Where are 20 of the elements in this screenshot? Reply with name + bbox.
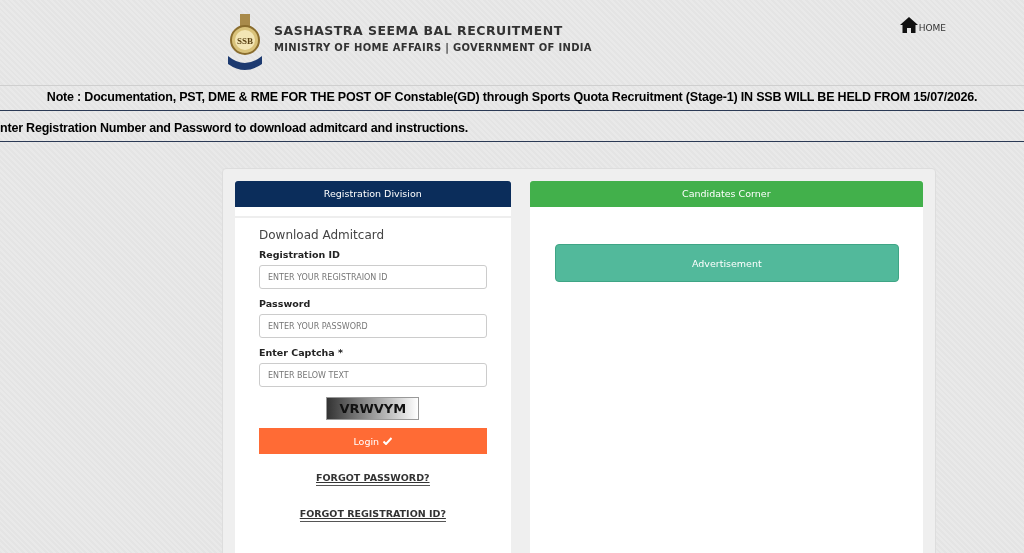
forgot-link[interactable]: FORGOT PASSWORD?	[316, 472, 430, 486]
field-label: Enter Captcha *	[259, 347, 345, 358]
instruction-text: nter Registration Number and Password to download admitcard and instructions.	[0, 111, 1024, 142]
notice-text: Note : Documentation, PST, DME & RME FOR THE POST OF Constable(GD) through Sports Quota Recruitment (Stage-1) IN SSB WILL BE HELD FROM 15/07/2026.	[0, 86, 1024, 111]
captcha-image: VRWVYM	[326, 397, 420, 420]
site-subtitle: MINISTRY OF HOME AFFAIRS | GOVERNMENT OF INDIA	[274, 41, 592, 53]
form-title: Download Admitcard	[259, 228, 386, 242]
emblem-logo: SSB	[226, 11, 264, 74]
input-field[interactable]: ENTER YOUR PASSWORD	[259, 314, 487, 338]
registration-header: Registration Division	[235, 181, 511, 207]
candidates-header: Candidates Corner	[529, 181, 923, 207]
input-field[interactable]: ENTER BELOW TEXT	[259, 363, 487, 387]
home-link[interactable]: HOME	[899, 16, 946, 33]
input-field[interactable]: ENTER YOUR REGISTRAION ID	[259, 265, 487, 289]
field-label: Password	[259, 298, 312, 309]
field-label: Registration ID	[259, 249, 341, 260]
site-title: SASHASTRA SEEMA BAL RECRUITMENT	[274, 22, 564, 38]
check-icon	[383, 437, 393, 445]
home-icon	[899, 16, 918, 33]
forgot-link[interactable]: FORGOT REGISTRATION ID?	[299, 508, 446, 522]
